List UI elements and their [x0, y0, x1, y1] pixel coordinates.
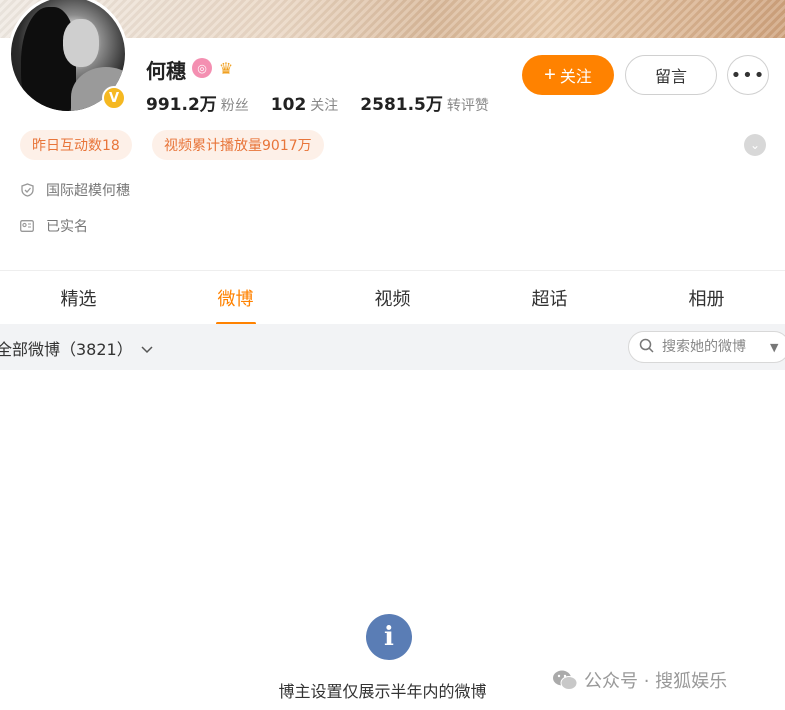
shield-icon: [20, 183, 34, 197]
filter-bar: 全部微博（3821） ▼: [0, 324, 785, 370]
stat-fans[interactable]: 991.2万 粉丝: [146, 90, 249, 115]
message-button[interactable]: 留言: [625, 55, 717, 95]
profile-stats: 991.2万 粉丝 102 关注 2581.5万 转评赞: [146, 90, 489, 115]
avatar-face: [63, 19, 99, 67]
info-realname-row: 已实名: [20, 216, 88, 236]
profile-tabs: 精选 微博 视频 超话 相册: [0, 270, 785, 325]
profile-name: 何穗: [146, 59, 186, 83]
watermark: 公众号 · 搜狐娱乐: [552, 667, 727, 693]
stat-likes[interactable]: 2581.5万 转评赞: [360, 90, 489, 115]
verified-v-icon: V: [102, 86, 126, 110]
more-options-button[interactable]: •••: [727, 55, 769, 95]
id-card-icon: [20, 219, 34, 233]
wechat-icon: [552, 669, 578, 691]
tab-album[interactable]: 相册: [628, 271, 785, 325]
tab-featured[interactable]: 精选: [0, 271, 157, 325]
info-icon: i: [366, 614, 412, 660]
info-title-row: 国际超模何穗: [20, 180, 130, 200]
stat-following[interactable]: 102 关注: [271, 95, 339, 115]
weibo-filter-dropdown[interactable]: 全部微博（3821）: [0, 336, 153, 360]
verified-title: 国际超模何穗: [46, 183, 130, 199]
realname-status: 已实名: [46, 219, 88, 235]
follow-button[interactable]: + 关注: [522, 55, 614, 95]
search-input[interactable]: [660, 338, 764, 356]
chevron-down-icon: [141, 339, 153, 358]
expand-chevron-icon[interactable]: ⌄: [744, 134, 766, 156]
search-box[interactable]: ▼: [628, 331, 785, 363]
tag-video-plays[interactable]: 视频累计播放量9017万: [152, 130, 324, 160]
search-icon: [639, 338, 654, 357]
crown-icon[interactable]: ♛: [216, 58, 236, 78]
plus-icon: +: [544, 64, 556, 86]
tab-video[interactable]: 视频: [314, 271, 471, 325]
tab-supertopic[interactable]: 超话: [471, 271, 628, 325]
rank-badge-icon[interactable]: ◎: [192, 58, 212, 78]
tag-interaction[interactable]: 昨日互动数18: [20, 130, 132, 160]
dropdown-caret-icon[interactable]: ▼: [770, 341, 778, 354]
tab-weibo[interactable]: 微博: [157, 271, 314, 325]
